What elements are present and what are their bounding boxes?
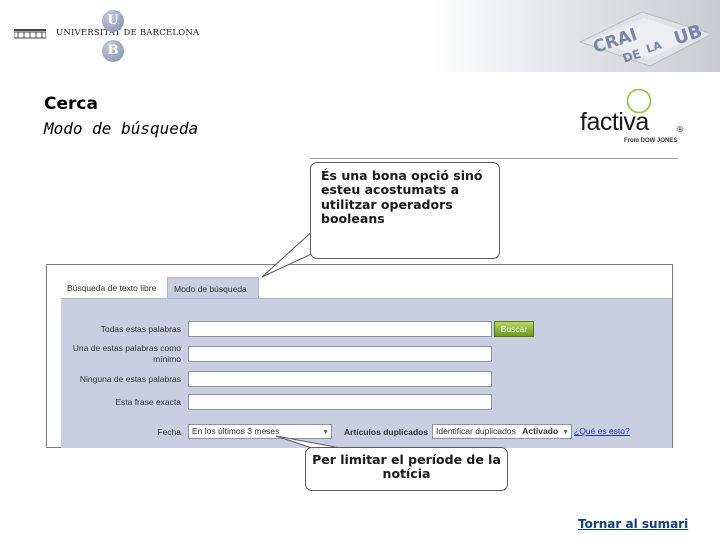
slide-title: Cerca: [44, 94, 98, 114]
label-none-words: Ninguna de estas palabras: [79, 374, 181, 384]
exact-phrase-input[interactable]: [188, 394, 492, 410]
label-date: Fecha: [157, 427, 181, 437]
search-button[interactable]: Buscar: [494, 321, 534, 337]
none-words-input[interactable]: [188, 371, 492, 387]
duplicates-status: Activado: [522, 426, 559, 436]
callout-boolean-tip: És una bona opció sinó esteu acostumats …: [310, 162, 500, 259]
date-select[interactable]: En los últimos 3 meses ▼: [188, 424, 332, 439]
label-any-word: Una de estas palabras como mínimo: [72, 343, 181, 364]
callout-date-tip: Per limitar el període de la notícia: [305, 447, 508, 491]
factiva-wordmark: factiva: [580, 108, 649, 136]
ub-logo-u: U: [102, 10, 124, 32]
back-to-summary-link[interactable]: Tornar al sumari: [578, 517, 688, 531]
tab-search-builder[interactable]: Modo de búsqueda: [167, 277, 259, 299]
help-link[interactable]: ¿Qué es esto?: [574, 426, 630, 436]
label-exact-phrase: Esta frase exacta: [115, 397, 181, 407]
search-screenshot: Búsqueda de texto libre Modo de búsqueda…: [46, 264, 673, 448]
date-select-value: En los últimos 3 meses: [192, 426, 280, 436]
chevron-down-icon: ▼: [562, 429, 569, 436]
search-tabs: Búsqueda de texto libre Modo de búsqueda: [47, 265, 672, 299]
ub-building-icon: [14, 29, 46, 39]
slide-subtitle: Modo de búsqueda: [44, 119, 199, 138]
duplicates-select-value: Identificar duplicados: [436, 426, 516, 436]
ub-logo-b: B: [102, 40, 124, 62]
divider: [310, 158, 678, 159]
factiva-logo: factiva ® From DOW JONES: [580, 88, 690, 148]
label-all-words: Todas estas palabras: [100, 324, 181, 334]
duplicates-select[interactable]: Identificar duplicados Activado ▼: [432, 424, 572, 439]
factiva-tagline: From DOW JONES: [624, 138, 678, 144]
tab-free-text[interactable]: Búsqueda de texto libre: [61, 277, 167, 299]
search-form-panel: Todas estas palabras Buscar Una de estas…: [61, 298, 672, 448]
university-name: UNIVERSITAT DE BARCELONA: [56, 28, 200, 38]
label-duplicates: Artículos duplicados: [344, 427, 429, 437]
chevron-down-icon: ▼: [322, 429, 329, 436]
all-words-input[interactable]: [188, 321, 492, 337]
any-word-input[interactable]: [188, 346, 492, 362]
factiva-registered-mark: ®: [676, 125, 684, 134]
crai-logo: CRAI DE LA UB: [578, 11, 714, 67]
header-band: UNIVERSITAT DE BARCELONA U B CRAI DE LA …: [0, 0, 720, 72]
